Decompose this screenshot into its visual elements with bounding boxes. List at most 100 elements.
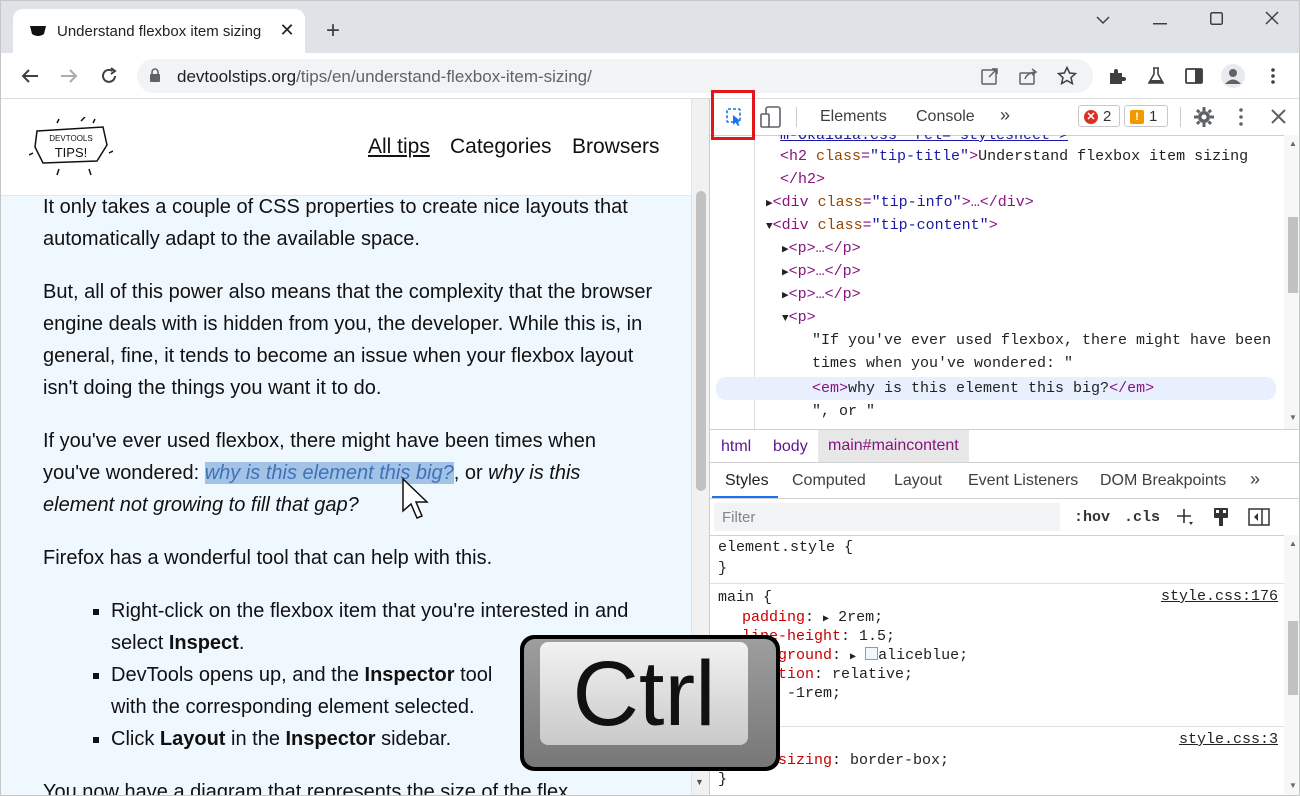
- expand-triangle-icon[interactable]: ▶: [782, 244, 789, 256]
- minimize-icon[interactable]: [1148, 9, 1172, 33]
- tab-title: Understand flexbox item sizing: [57, 23, 262, 40]
- dom-text-node[interactable]: times when you've wondered: ": [812, 352, 1073, 375]
- styles-scrollbar[interactable]: ▲ ▼: [1284, 535, 1299, 795]
- tab-layout[interactable]: Layout: [894, 472, 942, 490]
- page-scrollbar-thumb[interactable]: [696, 191, 706, 491]
- warning-count-badge[interactable]: ! 1: [1124, 105, 1168, 127]
- scroll-down-icon[interactable]: ▼: [1289, 781, 1297, 790]
- expand-triangle-icon[interactable]: ▶: [782, 267, 789, 279]
- dom-node[interactable]: ▶<p>…</p>: [782, 260, 861, 283]
- scroll-up-icon[interactable]: ▲: [1289, 139, 1297, 148]
- tab-close-icon[interactable]: ✕: [277, 20, 297, 40]
- article-paragraph: It only takes a couple of CSS properties…: [43, 196, 628, 250]
- cls-button[interactable]: .cls: [1124, 509, 1160, 526]
- dom-tree: m-Okaidia.css" rel="stylesheet"> <h2 cla…: [710, 135, 1284, 429]
- rule-divider: [710, 583, 1284, 584]
- more-style-tabs-chevron-icon[interactable]: »: [1250, 469, 1260, 490]
- close-window-icon[interactable]: [1260, 9, 1284, 33]
- breadcrumb: html body main#maincontent: [710, 429, 1299, 463]
- expand-shorthand-icon[interactable]: ▶: [823, 614, 829, 625]
- maximize-icon[interactable]: [1204, 9, 1228, 33]
- color-swatch[interactable]: [865, 647, 879, 660]
- lock-icon[interactable]: [149, 68, 161, 83]
- warning-icon: !: [1130, 110, 1144, 124]
- tab-styles[interactable]: Styles: [725, 472, 769, 490]
- active-tab-indicator: [712, 496, 778, 498]
- dom-text-node[interactable]: "If you've ever used flexbox, there migh…: [812, 329, 1271, 352]
- css-declaration[interactable]: padding: ▶ 2rem;: [742, 608, 883, 627]
- extensions-puzzle-icon[interactable]: [1105, 64, 1129, 88]
- more-tabs-chevron-icon[interactable]: »: [1000, 105, 1010, 126]
- stylesheet-link[interactable]: style.css:176: [1161, 588, 1278, 605]
- reload-icon[interactable]: [97, 64, 121, 88]
- tab-elements[interactable]: Elements: [820, 108, 887, 126]
- toggle-sidebar-icon[interactable]: [1248, 508, 1270, 526]
- hov-button[interactable]: :hov: [1074, 509, 1110, 526]
- article-paragraph: If you've ever used flexbox, there might…: [43, 430, 597, 516]
- address-bar[interactable]: devtoolstips.org/tips/en/understand-flex…: [137, 59, 1093, 93]
- styles-scrollbar-thumb[interactable]: [1288, 621, 1298, 695]
- devtools-toolbar: Elements Console » ✕ 2 ! 1: [710, 99, 1299, 136]
- forward-icon[interactable]: [57, 64, 81, 88]
- color-format-icon[interactable]: [1212, 507, 1230, 527]
- browser-tab[interactable]: Understand flexbox item sizing ✕: [13, 9, 305, 53]
- expand-shorthand-icon[interactable]: ▶: [850, 652, 856, 663]
- page-scroll-down-icon[interactable]: ▼: [695, 777, 704, 787]
- error-count-badge[interactable]: ✕ 2: [1078, 105, 1120, 127]
- rule-selector[interactable]: main {: [718, 588, 772, 607]
- breadcrumb-body[interactable]: body: [773, 438, 808, 456]
- nav-categories[interactable]: Categories: [450, 135, 552, 159]
- dom-node-em[interactable]: <em>why is this element this big?</em>: [812, 377, 1154, 400]
- back-icon[interactable]: [18, 64, 42, 88]
- key-body: Ctrl: [524, 639, 776, 767]
- nav-all-tips[interactable]: All tips: [368, 135, 430, 159]
- collapse-triangle-icon[interactable]: ▼: [766, 221, 773, 233]
- devtools-menu-icon[interactable]: [1239, 108, 1243, 126]
- devtools-panel: Elements Console » ✕ 2 ! 1 m-Okaidia.css" …: [709, 99, 1299, 795]
- breadcrumb-html[interactable]: html: [721, 438, 751, 456]
- expand-triangle-icon[interactable]: ▶: [782, 290, 789, 302]
- rule-selector[interactable]: element.style {: [718, 538, 853, 557]
- dom-node[interactable]: ▶<div class="tip-info">…</div>: [766, 191, 1034, 214]
- expand-triangle-icon[interactable]: ▶: [766, 198, 773, 210]
- url-text: devtoolstips.org/tips/en/understand-flex…: [177, 67, 592, 86]
- new-tab-button[interactable]: +: [321, 19, 345, 43]
- collapse-triangle-icon[interactable]: ▼: [782, 313, 789, 325]
- device-toolbar-icon[interactable]: [760, 106, 782, 128]
- settings-gear-icon[interactable]: [1194, 107, 1214, 127]
- styles-pane-tabs: Styles Computed Layout Event Listeners D…: [710, 463, 1299, 499]
- devtools-tips-logo[interactable]: DEVTOOLS TIPS!: [29, 117, 113, 177]
- dom-node[interactable]: ▼<div class="tip-content">: [766, 214, 998, 237]
- share-icon[interactable]: [1019, 67, 1039, 85]
- scroll-up-icon[interactable]: ▲: [1289, 539, 1297, 548]
- tab-event-listeners[interactable]: Event Listeners: [968, 472, 1078, 490]
- dom-node[interactable]: ▼<p>: [782, 306, 816, 329]
- toolbar-divider: [1180, 107, 1181, 127]
- dom-scrollbar-thumb[interactable]: [1288, 217, 1298, 293]
- dom-node[interactable]: </h2>: [780, 168, 825, 191]
- bookmark-star-icon[interactable]: [1057, 66, 1077, 86]
- tab-computed[interactable]: Computed: [792, 472, 866, 490]
- tab-dom-breakpoints[interactable]: DOM Breakpoints: [1100, 472, 1226, 490]
- new-style-rule-icon[interactable]: [1176, 508, 1194, 526]
- tab-console[interactable]: Console: [916, 108, 975, 126]
- dom-node[interactable]: ▶<p>…</p>: [782, 283, 861, 306]
- stylesheet-link[interactable]: style.css:3: [1179, 731, 1278, 748]
- open-in-app-icon[interactable]: [981, 67, 999, 85]
- nav-browsers[interactable]: Browsers: [572, 135, 660, 159]
- labs-flask-icon[interactable]: [1144, 64, 1168, 88]
- tab-search-chevron-icon[interactable]: [1091, 9, 1115, 33]
- scroll-down-icon[interactable]: ▼: [1289, 413, 1297, 422]
- dom-text-node[interactable]: ", or ": [812, 400, 875, 423]
- dom-node[interactable]: ▶<p>…</p>: [782, 237, 861, 260]
- browser-toolbar: devtoolstips.org/tips/en/understand-flex…: [1, 53, 1299, 99]
- dom-node[interactable]: <h2 class="tip-title">Understand flexbox…: [780, 145, 1248, 168]
- styles-filter-input[interactable]: Filter: [714, 503, 1060, 531]
- error-icon: ✕: [1084, 110, 1098, 124]
- dom-scrollbar[interactable]: ▲ ▼: [1284, 135, 1299, 429]
- side-panel-icon[interactable]: [1182, 64, 1206, 88]
- profile-avatar-icon[interactable]: [1221, 64, 1245, 88]
- breadcrumb-main[interactable]: main#maincontent: [818, 430, 969, 462]
- browser-menu-icon[interactable]: [1261, 64, 1285, 88]
- close-devtools-icon[interactable]: [1271, 109, 1286, 124]
